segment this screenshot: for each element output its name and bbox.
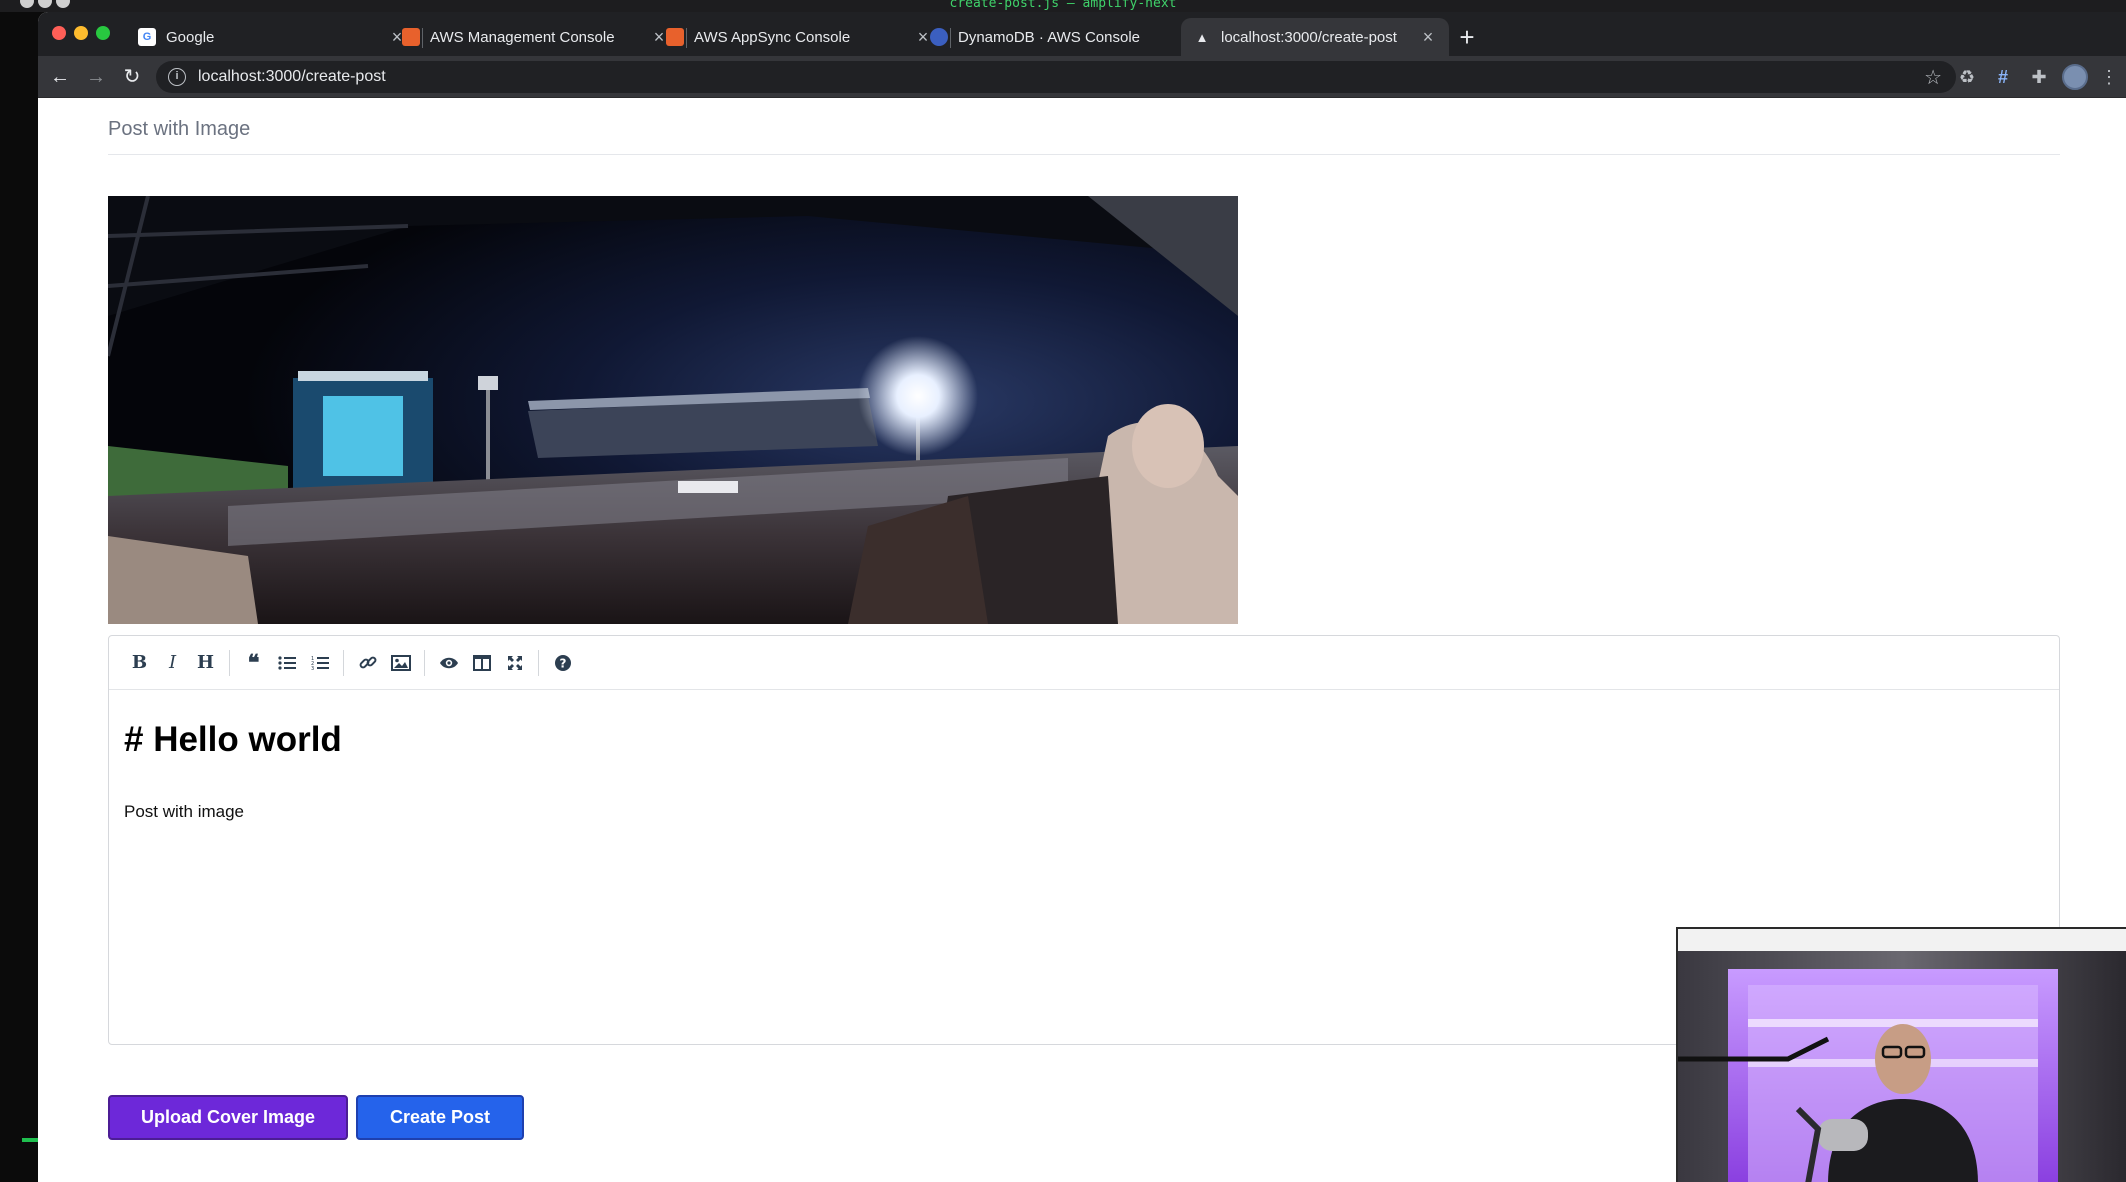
- heading-icon[interactable]: H: [189, 646, 222, 679]
- ordered-list-icon[interactable]: 123: [303, 646, 336, 679]
- editor-body-line: Post with image: [124, 802, 244, 821]
- side-by-side-icon[interactable]: [465, 646, 498, 679]
- recycle-extension-icon[interactable]: ♻: [1954, 64, 1980, 90]
- toolbar-divider: [538, 649, 539, 676]
- new-tab-button[interactable]: +: [1452, 22, 1482, 52]
- preview-eye-icon[interactable]: [432, 646, 465, 679]
- address-bar[interactable]: i localhost:3000/create-post ☆: [156, 61, 1956, 93]
- profile-avatar[interactable]: [2062, 64, 2088, 90]
- puzzle-extensions-icon[interactable]: ✚: [2026, 64, 2052, 90]
- svg-text:?: ?: [559, 656, 566, 670]
- browser-toolbar: ← → ↻ i localhost:3000/create-post ☆ ♻ #…: [38, 56, 2126, 98]
- close-window-button[interactable]: [52, 26, 66, 40]
- tab-label: AWS AppSync Console: [694, 28, 851, 46]
- aws-icon: [402, 28, 420, 46]
- maximize-window-button[interactable]: [96, 26, 110, 40]
- vercel-triangle-icon: ▲: [1195, 29, 1209, 45]
- reload-button[interactable]: ↻: [118, 63, 146, 91]
- tab-dynamodb-console[interactable]: DynamoDB · AWS Console ×: [918, 18, 1208, 56]
- terminal-title-bar: create-post.js — amplify-next: [0, 0, 2126, 12]
- toolbar-divider: [229, 649, 230, 676]
- stadium-photo: [108, 196, 1238, 624]
- tab-google[interactable]: G Google ×: [126, 18, 418, 56]
- menu-dots-icon[interactable]: ⋮: [2096, 64, 2122, 90]
- tab-label: localhost:3000/create-post: [1221, 28, 1397, 46]
- toolbar-divider: [424, 649, 425, 676]
- help-icon[interactable]: ?: [546, 646, 579, 679]
- tab-label: AWS Management Console: [430, 28, 615, 46]
- hashtag-extension-icon[interactable]: #: [1990, 64, 2016, 90]
- tab-aws-appsync-console[interactable]: AWS AppSync Console ×: [654, 18, 944, 56]
- svg-text:3: 3: [311, 666, 314, 671]
- close-tab-icon[interactable]: ×: [1419, 27, 1437, 48]
- cover-image: [108, 196, 1238, 624]
- dynamodb-icon: [930, 28, 948, 46]
- tab-aws-management-console[interactable]: AWS Management Console ×: [390, 18, 680, 56]
- terminal-edge-accent: [22, 1138, 38, 1142]
- title-divider: [108, 154, 2060, 155]
- webcam-overlay: [1676, 927, 2126, 1182]
- minimize-window-button[interactable]: [74, 26, 88, 40]
- link-icon[interactable]: [351, 646, 384, 679]
- tab-create-post[interactable]: ▲ localhost:3000/create-post ×: [1181, 18, 1449, 56]
- page-title: Post with Image: [108, 118, 251, 140]
- presenter-video: [1678, 929, 2126, 1182]
- editor-heading-line: # Hello world: [124, 720, 342, 759]
- quote-icon[interactable]: ❝: [237, 646, 270, 679]
- google-icon: G: [138, 28, 156, 46]
- back-button[interactable]: ←: [46, 63, 74, 91]
- italic-icon[interactable]: I: [156, 646, 189, 679]
- aws-icon: [666, 28, 684, 46]
- create-post-button[interactable]: Create Post: [356, 1095, 524, 1140]
- forward-button[interactable]: →: [82, 63, 110, 91]
- bookmark-star-icon[interactable]: ☆: [1924, 65, 1942, 90]
- tab-label: DynamoDB · AWS Console: [958, 28, 1141, 46]
- info-icon[interactable]: i: [168, 68, 186, 86]
- editor-toolbar: B I H ❝ 123 ?: [109, 636, 2059, 690]
- tab-strip: G Google × AWS Management Console × AWS …: [38, 12, 2126, 56]
- image-icon[interactable]: [384, 646, 417, 679]
- tab-label: Google: [166, 28, 215, 46]
- toolbar-divider: [343, 649, 344, 676]
- terminal-title: create-post.js — amplify-next: [949, 0, 1177, 11]
- unordered-list-icon[interactable]: [270, 646, 303, 679]
- bold-icon[interactable]: B: [123, 646, 156, 679]
- upload-cover-image-button[interactable]: Upload Cover Image: [108, 1095, 348, 1140]
- address-url: localhost:3000/create-post: [198, 68, 386, 85]
- fullscreen-icon[interactable]: [498, 646, 531, 679]
